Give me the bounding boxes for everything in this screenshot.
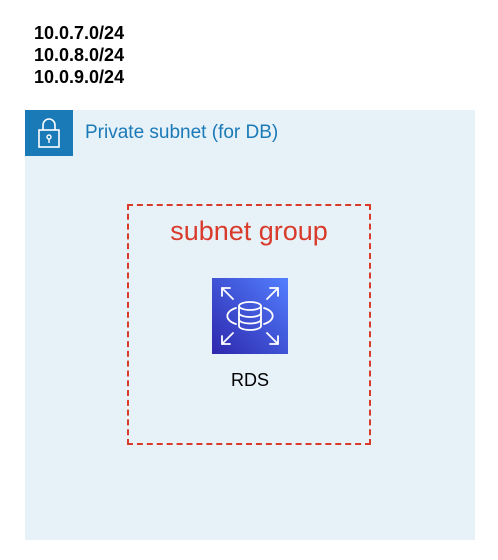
cidr-block: 10.0.9.0/24 [34,67,125,87]
subnet-group-label: subnet group [170,216,328,246]
cidr-block-list: 10.0.7.0/24 10.0.8.0/24 10.0.9.0/24 [34,22,124,88]
cidr-block: 10.0.7.0/24 [34,23,125,43]
rds-label: RDS [230,370,269,390]
rds-database-icon [212,278,288,354]
private-subnet-label: Private subnet (for DB) [85,122,279,143]
cidr-block: 10.0.8.0/24 [34,45,125,65]
lock-icon [25,110,73,156]
